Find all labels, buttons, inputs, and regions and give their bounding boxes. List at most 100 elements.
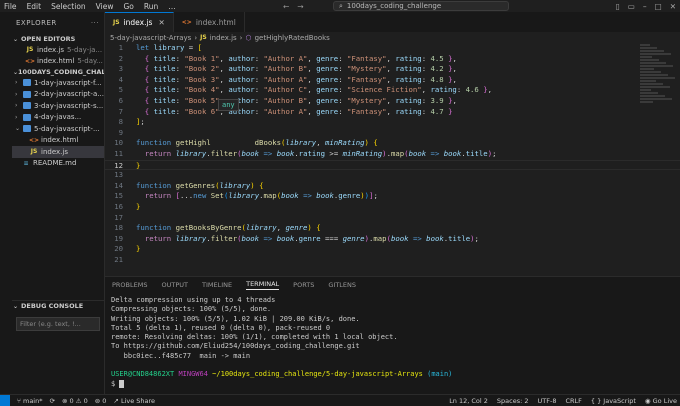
editor-tab[interactable]: JS index.js ✕	[105, 12, 174, 32]
close-icon[interactable]: ✕	[158, 18, 164, 27]
menu-item[interactable]: Edit	[27, 2, 42, 11]
code-line: 16}	[105, 202, 680, 213]
debug-console-header[interactable]: ⌄ DEBUG CONSOLE	[12, 300, 104, 311]
open-editors-header[interactable]: ⌄ OPEN EDITORS	[12, 34, 104, 44]
minimap-line	[640, 62, 666, 64]
layout-icon[interactable]: ▯	[616, 2, 620, 11]
file-item[interactable]: ≡ README.md	[12, 158, 104, 170]
command-center-search[interactable]: ⌕ 100days_coding_challenge	[333, 1, 509, 11]
panel-tab[interactable]: TIMELINE	[202, 281, 232, 289]
folder-item[interactable]: › 4-day-javas...	[12, 112, 104, 124]
code-line: 5 { title: "Book 4", author: "Author C",…	[105, 85, 680, 96]
menu-item[interactable]: File	[4, 2, 17, 11]
menu-item[interactable]: …	[168, 2, 176, 11]
folder-item[interactable]: › 3-day-javascript-s...	[12, 100, 104, 112]
code-text: { title: "Book 4", author: "Author C", g…	[144, 85, 493, 95]
code-text: return [...new Set(library.map(book => b…	[144, 191, 378, 201]
terminal-input[interactable]: $	[111, 379, 680, 389]
folder-icon	[23, 79, 31, 87]
panel-tab[interactable]: GITLENS	[328, 281, 356, 289]
code-text: { title: "Book 6", author: "Author A", g…	[144, 106, 453, 116]
error-icon: ⊗	[61, 396, 68, 405]
problems-indicator[interactable]: ⊗ 0 ⚠ 0	[62, 397, 88, 405]
line-number: 18	[114, 223, 123, 233]
encoding[interactable]: UTF-8	[538, 397, 557, 405]
minimap-line	[640, 47, 657, 49]
prompt-path: ~/100days_coding_challenge/5-day-javascr…	[212, 370, 423, 379]
project-header[interactable]: ⌄ 100DAYS_CODING_CHALLE...	[12, 67, 104, 77]
code-line: 4 { title: "Book 3", author: "Author A",…	[105, 75, 680, 86]
minimap-line	[640, 77, 675, 79]
open-editor-item[interactable]: JS index.js 5-day-ja...	[12, 44, 104, 56]
breadcrumb-item[interactable]: index.js	[210, 34, 237, 42]
line-number: 20	[114, 244, 123, 254]
search-text: 100days_coding_challenge	[346, 2, 442, 10]
code-text: }	[136, 244, 141, 254]
minimap-line	[640, 68, 654, 70]
terminal[interactable]: Delta compression using up to 4 threads C…	[105, 293, 680, 389]
minimap-line	[640, 80, 656, 82]
breadcrumb-item[interactable]: 5-day-javascript-Arrays	[110, 34, 191, 42]
editor-tab[interactable]: <> index.html	[174, 12, 245, 32]
code-editor[interactable]: 1 let library = [2 { title: "Book 1", aut…	[105, 43, 680, 265]
menu-item[interactable]: Run	[144, 2, 158, 11]
title-bar: File Edit Selection View Go Run … ← → ⌕ 100day…	[0, 0, 680, 12]
breadcrumb-separator-icon: ›	[239, 33, 243, 42]
code-text: }	[136, 160, 141, 170]
remote-indicator[interactable]	[0, 394, 10, 406]
html-file-icon: <>	[28, 136, 40, 144]
folder-item[interactable]: › 1-day-javascript-f...	[12, 77, 104, 89]
close-icon[interactable]: ✕	[670, 2, 676, 11]
line-endings[interactable]: CRLF	[565, 397, 581, 405]
menu-item[interactable]: Selection	[51, 2, 86, 11]
live-share-button[interactable]: ↗ Live Share	[113, 397, 155, 405]
editor-tabs: JS index.js ✕ <> index.html	[105, 12, 680, 32]
minimap[interactable]	[636, 43, 680, 143]
minimap-line	[640, 71, 661, 73]
ports-icon: ⊚	[94, 396, 101, 405]
forward-arrow-icon[interactable]: →	[297, 2, 303, 11]
line-number: 8	[118, 117, 123, 127]
file-item[interactable]: JS index.js	[12, 146, 104, 158]
live-share-icon: ↗	[113, 396, 119, 405]
go-live-button[interactable]: ◉ Go Live	[645, 397, 677, 405]
menu-item[interactable]: View	[96, 2, 114, 11]
menu-item[interactable]: Go	[123, 2, 133, 11]
minimize-icon[interactable]: –	[643, 2, 647, 11]
code-line: 13	[105, 170, 680, 181]
debug-filter-input[interactable]: Filter (e.g. text, !...	[16, 317, 100, 331]
language-mode[interactable]: { } JavaScript	[591, 397, 636, 405]
back-arrow-icon[interactable]: ←	[283, 2, 289, 11]
prompt-branch: (main)	[427, 370, 453, 379]
folder-item[interactable]: ⌄ 5-day-javascript-...	[12, 123, 104, 135]
ports-indicator[interactable]: ⊚ 0	[95, 397, 107, 405]
sync-icon[interactable]: ⟳	[49, 397, 54, 405]
line-number: 5	[118, 85, 123, 95]
open-editor-item[interactable]: <> index.html 5-day...	[12, 56, 104, 68]
panel-tab[interactable]: TERMINAL	[246, 280, 280, 290]
cursor-position[interactable]: Ln 12, Col 2	[449, 397, 488, 405]
code-line: 15 return [...new Set(library.map(book =…	[105, 191, 680, 202]
panel-tab[interactable]: PORTS	[293, 281, 314, 289]
more-actions-icon[interactable]: ···	[91, 19, 99, 27]
code-line: 9	[105, 128, 680, 139]
code-text: return library.filter(book => book.genre…	[144, 233, 479, 243]
panel-tab[interactable]: OUTPUT	[161, 281, 188, 289]
indentation[interactable]: Spaces: 2	[497, 397, 529, 405]
panel-tab[interactable]: PROBLEMS	[112, 281, 147, 289]
terminal-line: bbc0iec..f485c77 main -> main	[111, 351, 251, 360]
breadcrumb-item[interactable]: getHighlyRatedBooks	[255, 34, 330, 42]
panel-icon[interactable]: ▭	[628, 2, 635, 11]
branch-indicator[interactable]: ⑂ main*	[17, 397, 42, 405]
file-item[interactable]: <> index.html	[12, 135, 104, 147]
line-number: 16	[114, 201, 123, 211]
folder-item[interactable]: › 2-day-javascript-a...	[12, 89, 104, 101]
maximize-icon[interactable]: □	[655, 2, 662, 11]
function-symbol-icon: ⬡	[245, 33, 252, 42]
minimap-line	[640, 95, 665, 97]
code-text: { title: "Book 3", author: "Author A", g…	[144, 74, 457, 84]
